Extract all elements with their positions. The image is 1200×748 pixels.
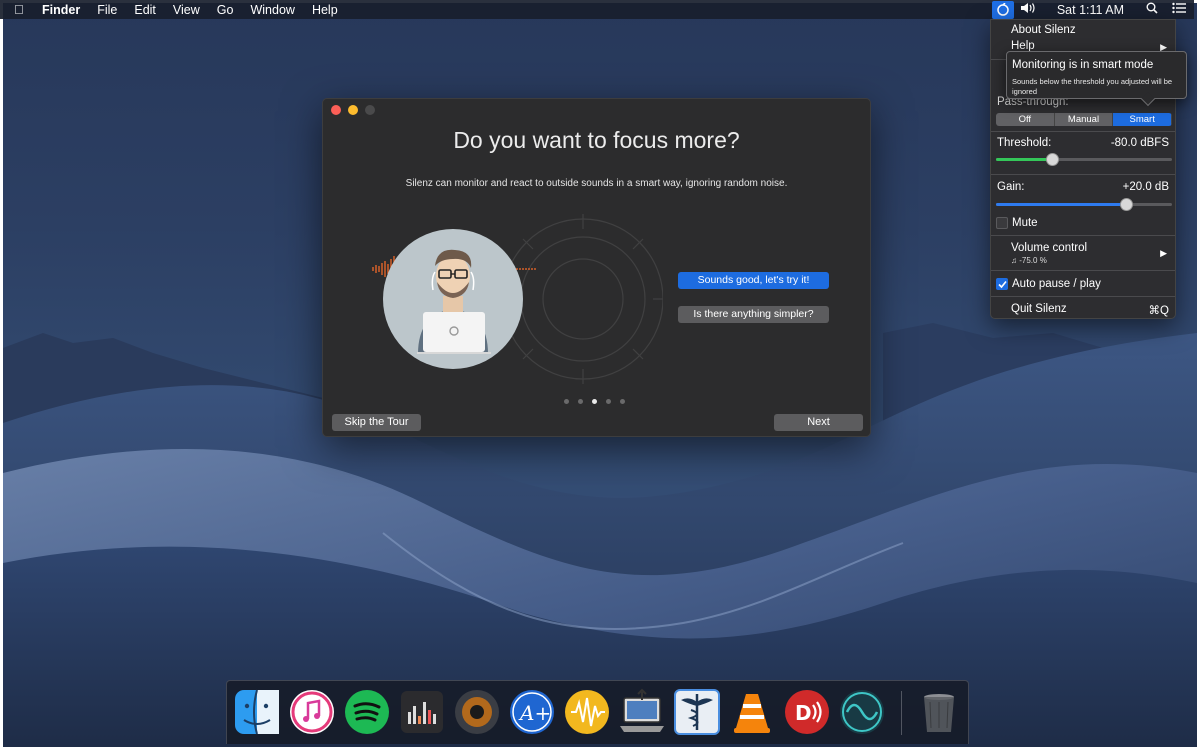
menu-go[interactable]: Go (217, 3, 234, 17)
caduceus-app-icon[interactable] (673, 688, 721, 736)
zoom-button[interactable] (365, 105, 375, 115)
auto-pause-checkbox[interactable] (996, 278, 1008, 290)
smart-mode-tooltip: Monitoring is in smart mode Sounds below… (1006, 51, 1187, 107)
threshold-knob[interactable] (1046, 153, 1060, 166)
tooltip-title: Monitoring is in smart mode (1012, 59, 1154, 71)
menu-view[interactable]: View (173, 3, 200, 17)
menu-app-name[interactable]: Finder (42, 3, 80, 17)
gain-value: +20.0 dB (1122, 181, 1169, 193)
minimize-button[interactable] (348, 105, 358, 115)
menu-clock[interactable]: Sat 1:11 AM (1057, 3, 1124, 17)
pass-through-smart[interactable]: Smart (1113, 113, 1172, 126)
quit-shortcut: ⌘Q (1148, 305, 1169, 317)
sounds-good-button[interactable]: Sounds good, let's try it! (678, 272, 829, 289)
sine-wave-app-icon[interactable] (838, 688, 886, 736)
podcast-app-icon[interactable]: D (783, 688, 831, 736)
page-dot[interactable] (620, 399, 625, 404)
menu-separator (991, 270, 1175, 271)
volume-control-item[interactable]: Volume control (1011, 242, 1195, 254)
tooltip-body: Sounds below the threshold you adjusted … (1012, 77, 1173, 96)
notification-list-icon[interactable] (1172, 2, 1186, 17)
gain-slider[interactable] (996, 198, 1172, 211)
music-note-icon: ♫ (1011, 256, 1017, 265)
gain-fill (996, 203, 1127, 206)
itunes-icon[interactable] (288, 688, 336, 736)
page-dot[interactable] (564, 399, 569, 404)
pass-through-manual[interactable]: Manual (1054, 113, 1114, 126)
waveform-app-icon[interactable] (563, 688, 611, 736)
threshold-label: Threshold: (997, 137, 1052, 149)
focus-illustration (372, 214, 663, 384)
pass-through-off[interactable]: Off (996, 113, 1055, 126)
menu-separator (991, 131, 1175, 132)
mute-label[interactable]: Mute (1012, 217, 1038, 229)
dock: A+ D (226, 680, 969, 744)
gain-knob[interactable] (1120, 198, 1134, 211)
menu-separator (991, 296, 1175, 297)
svg-text:A+: A+ (518, 701, 551, 725)
close-button[interactable] (331, 105, 341, 115)
onboarding-subtitle: Silenz can monitor and react to outside … (405, 178, 788, 189)
menu-bar:  Finder File Edit View Go Window Help S… (0, 0, 1194, 19)
onboarding-title: Do you want to focus more? (453, 127, 740, 153)
network-app-icon[interactable] (618, 688, 666, 736)
spotify-icon[interactable] (343, 688, 391, 736)
pass-through-segmented-control: Off Manual Smart (996, 113, 1172, 126)
onboarding-window: Do you want to focus more? Silenz can mo… (322, 98, 871, 437)
simpler-option-button[interactable]: Is there anything simpler? (678, 306, 829, 323)
page-indicator (564, 399, 625, 404)
font-app-icon[interactable]: A+ (508, 688, 556, 736)
menu-edit[interactable]: Edit (134, 3, 156, 17)
page-dot[interactable] (578, 399, 583, 404)
next-button[interactable]: Next (774, 414, 863, 431)
menu-window[interactable]: Window (250, 3, 294, 17)
gain-label: Gain: (997, 181, 1025, 193)
menu-separator (991, 174, 1175, 175)
mute-checkbox[interactable] (996, 217, 1008, 229)
menu-separator (991, 235, 1175, 236)
trash-icon[interactable] (915, 688, 963, 736)
window-controls (331, 105, 375, 115)
skip-tour-button[interactable]: Skip the Tour (332, 414, 421, 431)
volume-control-value: -75.0 % (1019, 256, 1047, 265)
menu-file[interactable]: File (97, 3, 117, 17)
threshold-slider[interactable] (996, 153, 1172, 166)
spotlight-icon[interactable] (1146, 2, 1158, 17)
threshold-value: -80.0 dBFS (1110, 137, 1169, 149)
vlc-icon[interactable] (728, 688, 776, 736)
page-dot-active[interactable] (592, 399, 597, 404)
volume-icon[interactable] (1020, 2, 1037, 17)
page-dot[interactable] (606, 399, 611, 404)
auto-pause-label[interactable]: Auto pause / play (1012, 278, 1101, 290)
svg-text:D: D (795, 701, 812, 725)
menu-item-about[interactable]: About Silenz (1011, 24, 1195, 36)
finder-icon[interactable] (233, 688, 281, 736)
checkmark-icon (997, 280, 1007, 288)
volume-control-subline: ♫ -75.0 % (1011, 256, 1195, 265)
equalizer-app-icon[interactable] (398, 688, 446, 736)
dock-divider (901, 691, 902, 735)
menu-help[interactable]: Help (312, 3, 338, 17)
apple-icon[interactable]:  (14, 2, 28, 17)
threshold-fill (996, 158, 1053, 161)
silenz-icon[interactable] (991, 0, 1014, 19)
speaker-app-icon[interactable] (453, 688, 501, 736)
